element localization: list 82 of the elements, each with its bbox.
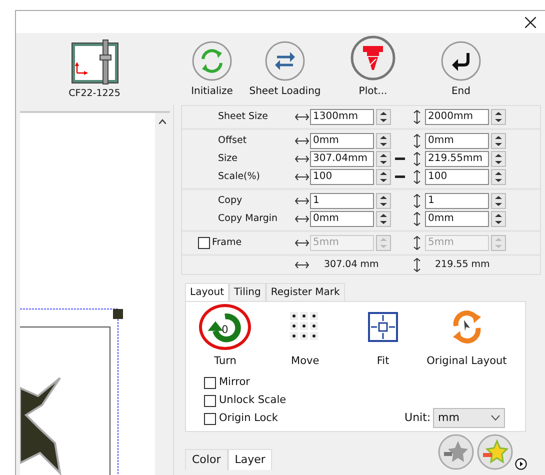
input-field[interactable]: 1300mm: [310, 109, 374, 125]
unit-dropdown[interactable]: mm: [433, 408, 505, 428]
horizontal-arrow-icon: [295, 154, 309, 164]
vertical-arrow-icon: [412, 134, 422, 148]
tool-button[interactable]: Move: [258, 304, 352, 370]
input-field[interactable]: 1: [310, 193, 374, 209]
field-label: Copy: [217, 194, 244, 208]
vertical-arrow-icon: [412, 170, 422, 184]
spin-buttons[interactable]: [491, 133, 506, 149]
tab[interactable]: Tiling: [229, 283, 266, 301]
field-label: Offset: [217, 134, 248, 148]
field-label: Scale(%): [217, 170, 261, 184]
input-field[interactable]: 100: [425, 169, 489, 185]
spin-buttons[interactable]: [376, 211, 391, 227]
checkbox-label: Mirror: [219, 374, 250, 390]
refresh-icon[interactable]: [192, 41, 232, 81]
vertical-arrow-icon: [412, 258, 422, 272]
input-field[interactable]: 1: [425, 193, 489, 209]
close-icon[interactable]: [525, 16, 536, 28]
horizontal-arrow-icon: [295, 214, 309, 224]
toolbar-button[interactable]: Sheet Loading: [243, 41, 327, 99]
checkbox[interactable]: [204, 376, 216, 389]
horizontal-arrow-icon: [295, 112, 309, 122]
unit-label: Unit:: [404, 410, 431, 426]
field-label: Sheet Size: [217, 110, 269, 124]
input-field[interactable]: 219.55mm: [425, 151, 489, 167]
horizontal-arrow-icon: [295, 136, 309, 146]
spin-buttons[interactable]: [376, 193, 391, 209]
input-field[interactable]: 307.04mm: [310, 151, 374, 167]
plotter-icon: [70, 39, 118, 85]
checkbox[interactable]: [204, 394, 216, 407]
checkbox-label: Origin Lock: [219, 410, 278, 426]
tab[interactable]: Layer: [228, 448, 272, 470]
swap-arrows-icon[interactable]: [265, 41, 305, 81]
link-dash-icon: [395, 157, 405, 161]
vertical-arrow-icon: [412, 152, 422, 166]
tab[interactable]: Layout: [185, 283, 229, 301]
total-width: 307.04 mm: [323, 258, 380, 272]
input-field[interactable]: 0mm: [425, 211, 489, 227]
link-dash-icon: [395, 175, 405, 179]
fit-icon[interactable]: [368, 312, 398, 342]
tab[interactable]: Register Mark: [266, 283, 345, 301]
spin-buttons[interactable]: [491, 169, 506, 185]
device-label: CF22-1225: [68, 87, 120, 101]
vertical-arrow-icon: [412, 212, 422, 226]
spin-buttons[interactable]: [376, 109, 391, 125]
horizontal-arrow-icon: [295, 260, 309, 270]
chevron-down-icon: [491, 414, 500, 421]
spin-buttons[interactable]: [491, 193, 506, 209]
spin-buttons[interactable]: [376, 169, 391, 185]
horizontal-arrow-icon: [295, 238, 309, 248]
tool-button[interactable]: Fit: [352, 304, 414, 370]
toolbar-button[interactable]: End: [419, 41, 503, 99]
input-field[interactable]: 0mm: [310, 211, 374, 227]
field-label: Copy Margin: [217, 212, 279, 226]
toolbar-button[interactable]: Initialize: [181, 41, 243, 99]
input-field[interactable]: 0mm: [425, 133, 489, 149]
vertical-arrow-icon: [412, 110, 422, 124]
spin-buttons[interactable]: [376, 133, 391, 149]
total-height: 219.55 mm: [434, 258, 490, 272]
play-icon[interactable]: [515, 458, 527, 470]
spin-buttons[interactable]: [491, 151, 506, 167]
spin-buttons[interactable]: [491, 109, 506, 125]
input-field[interactable]: 0mm: [310, 133, 374, 149]
return-icon[interactable]: [441, 41, 481, 81]
input-field[interactable]: 2000mm: [425, 109, 489, 125]
checkbox-label: Unlock Scale: [219, 392, 286, 408]
input-field[interactable]: 100: [310, 169, 374, 185]
spin-buttons[interactable]: [376, 151, 391, 167]
horizontal-arrow-icon: [295, 172, 309, 182]
spin-buttons[interactable]: [491, 211, 506, 227]
vertical-arrow-icon: [412, 236, 422, 250]
checkbox[interactable]: [204, 412, 216, 425]
field-label: Size: [217, 152, 239, 166]
vertical-arrow-icon: [412, 194, 422, 208]
checkbox-label: Frame: [212, 236, 242, 250]
tool-button[interactable]: Original Layout: [414, 304, 519, 370]
cutter-icon[interactable]: [350, 35, 396, 81]
scroll-up-icon[interactable]: [158, 119, 166, 124]
toolbar-button[interactable]: Plot...: [327, 35, 419, 99]
horizontal-arrow-icon: [295, 196, 309, 206]
tab[interactable]: Color: [185, 448, 228, 470]
